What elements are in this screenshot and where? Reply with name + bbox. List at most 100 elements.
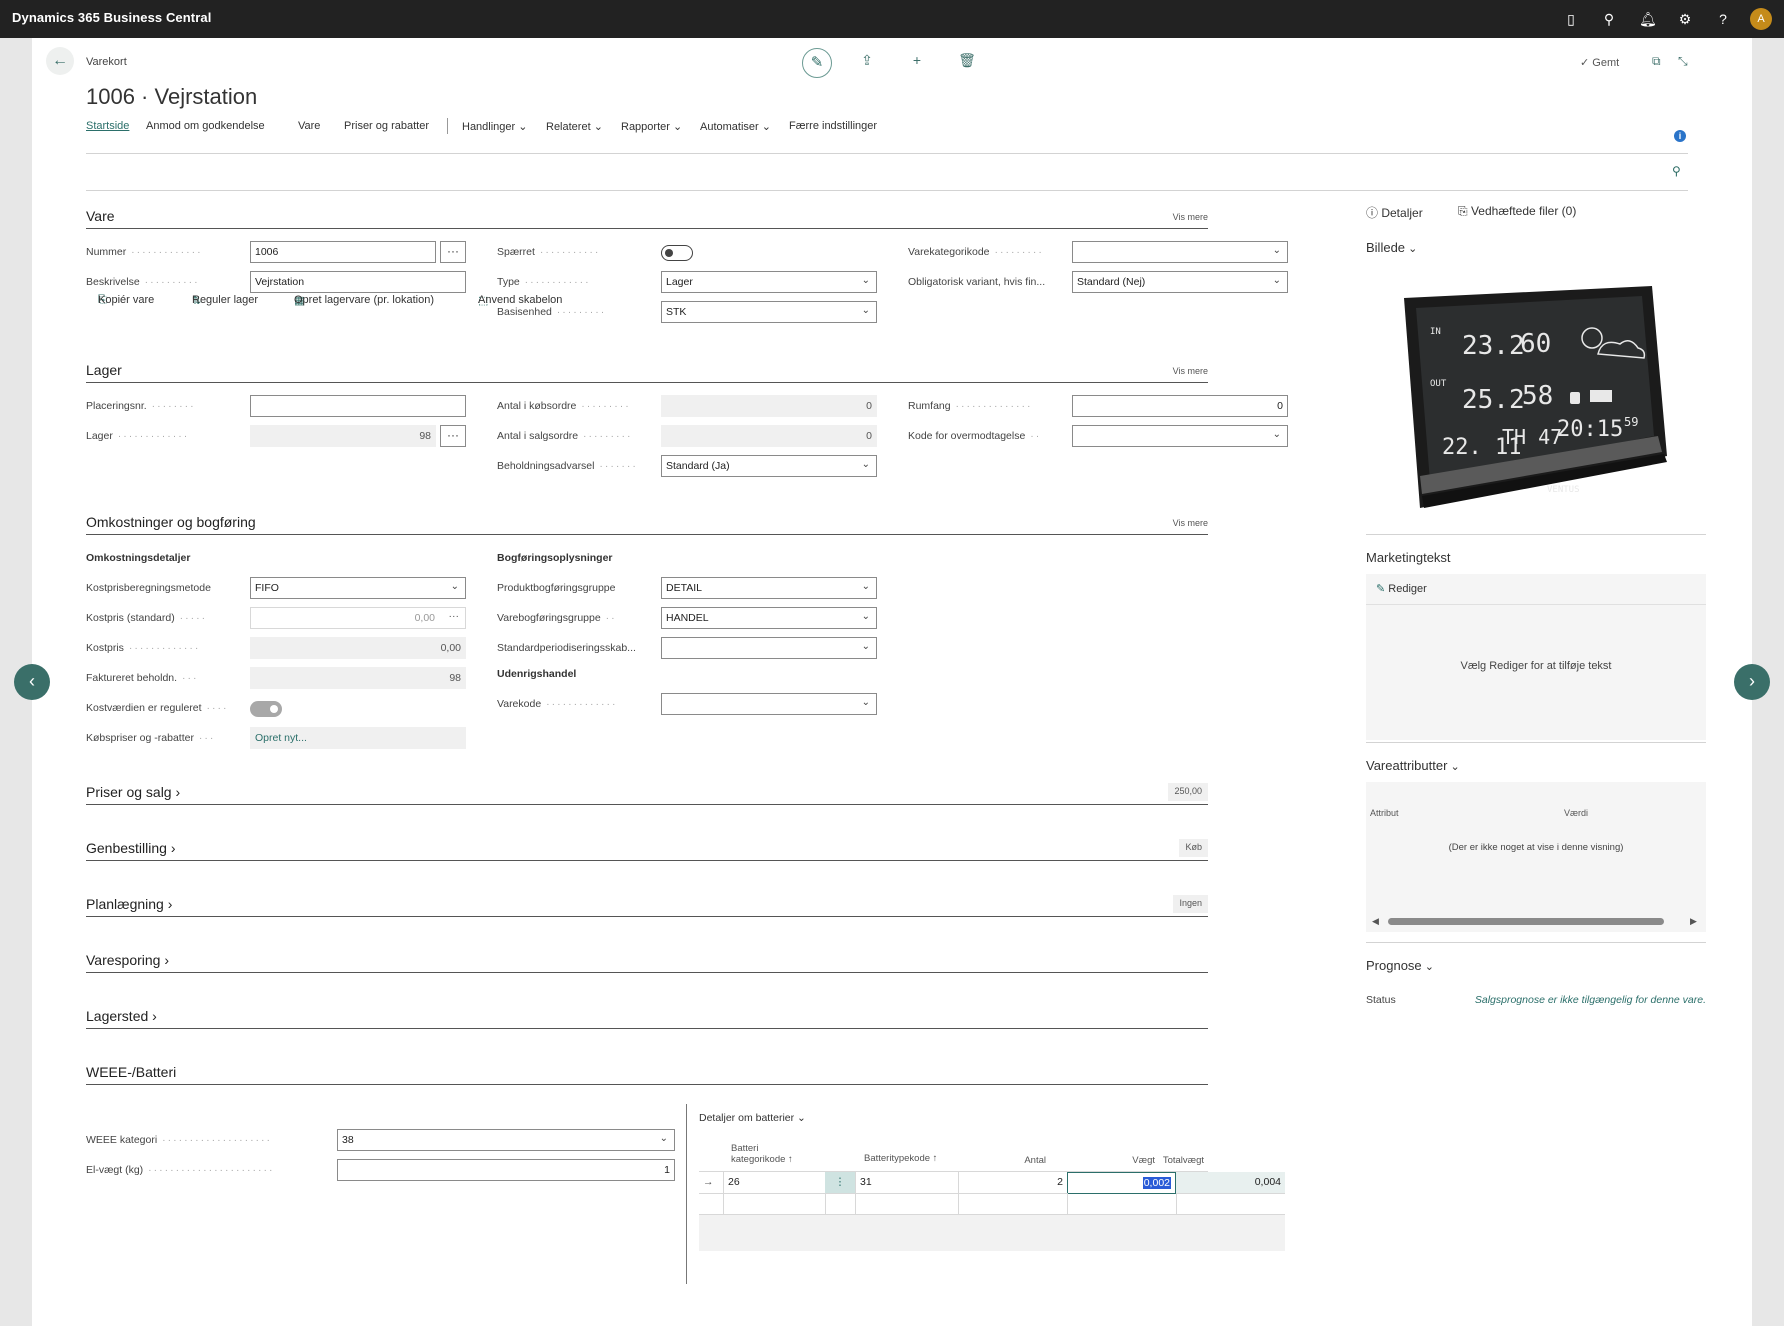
attr-col-vaerdi[interactable]: Værdi: [1564, 808, 1588, 818]
battery-details-title-text: Detaljer om batterier: [699, 1112, 795, 1124]
menu-automatiser[interactable]: Automatiser ⌄: [700, 120, 771, 133]
edit-marketing-button[interactable]: ✎ Rediger: [1376, 582, 1427, 595]
menu-handlinger[interactable]: Handlinger ⌄: [462, 120, 527, 133]
menu-rapporter[interactable]: Rapporter ⌄: [621, 120, 682, 133]
col-total-header[interactable]: Totalvægt: [1144, 1155, 1204, 1166]
priser-badge: 250,00: [1168, 783, 1208, 801]
lagersted-section: Lagersted ›: [86, 1008, 1208, 1038]
el-vaegt-field[interactable]: 1: [337, 1159, 675, 1181]
open-new-window-icon[interactable]: ⧉: [1652, 54, 1661, 69]
beskrivelse-field[interactable]: Vejrstation: [250, 271, 466, 293]
obl-variant-select[interactable]: Standard (Nej) ⌄: [1072, 271, 1288, 293]
menu-divider: [86, 153, 1688, 154]
cell-type[interactable]: 31: [855, 1172, 958, 1194]
section-title[interactable]: Planlægning ›: [86, 896, 172, 912]
attr-col-attribut[interactable]: Attribut: [1370, 808, 1399, 818]
type-select[interactable]: Lager ⌄: [661, 271, 877, 293]
section-title[interactable]: Lager: [86, 362, 122, 378]
weee-kategori-select[interactable]: 38 ⌄: [337, 1129, 675, 1151]
device-temp-in: 23.2: [1462, 331, 1525, 361]
horizontal-scrollbar[interactable]: [1388, 918, 1664, 925]
tab-vedhaeftede[interactable]: ⎘ Vedhæftede filer (0): [1458, 204, 1576, 219]
back-button[interactable]: ←: [46, 47, 74, 75]
search-icon[interactable]: ⚲: [1601, 11, 1617, 27]
section-title[interactable]: Varesporing ›: [86, 952, 169, 968]
show-more-link[interactable]: Vis mere: [1173, 212, 1208, 222]
billede-heading[interactable]: Billede ⌄: [1366, 240, 1706, 260]
col-antal-header[interactable]: Antal: [986, 1155, 1046, 1166]
nummer-field[interactable]: 1006: [250, 241, 436, 263]
varebog-select[interactable]: HANDEL ⌄: [661, 607, 877, 629]
cell-vaegt[interactable]: 0,002: [1067, 1172, 1176, 1194]
menu-priser[interactable]: Priser og rabatter: [344, 120, 429, 132]
row-menu-icon[interactable]: ⋮: [825, 1172, 855, 1194]
cell-kategori[interactable]: 26: [723, 1172, 825, 1194]
placering-field[interactable]: [250, 395, 466, 417]
info-icon[interactable]: i: [1674, 130, 1686, 142]
chevron-down-icon: ⌄: [1272, 429, 1281, 440]
menu-relateret[interactable]: Relateret ⌄: [546, 120, 603, 133]
section-title[interactable]: WEEE-/Batteri: [86, 1064, 176, 1080]
lager-field[interactable]: 98: [250, 425, 436, 447]
varekode-label-text: Varekode: [497, 698, 542, 710]
overmod-select[interactable]: ⌄: [1072, 425, 1288, 447]
battery-details-title[interactable]: Detaljer om batterier ⌄: [699, 1112, 806, 1124]
bell-icon[interactable]: 🔔︎: [1639, 11, 1657, 27]
edit-button[interactable]: ✎: [802, 48, 832, 78]
gear-icon[interactable]: ⚙: [1677, 11, 1693, 27]
menu-anmod[interactable]: Anmod om godkendelse: [146, 120, 265, 132]
menu-vare[interactable]: Vare: [298, 120, 320, 132]
avatar[interactable]: A: [1750, 8, 1772, 30]
show-more-link[interactable]: Vis mere: [1173, 366, 1208, 376]
koebspriser-link[interactable]: Opret nyt...: [250, 727, 466, 749]
attr-empty-text: (Der er ikke noget at vise i denne visni…: [1448, 842, 1624, 853]
cell-antal[interactable]: 2: [958, 1172, 1067, 1194]
document-icon[interactable]: ▯: [1563, 11, 1579, 27]
help-icon[interactable]: ?: [1715, 11, 1731, 27]
periode-select[interactable]: ⌄: [661, 637, 877, 659]
new-icon[interactable]: +: [908, 52, 926, 68]
vareattributter-heading[interactable]: Vareattributter ⌄: [1366, 758, 1706, 778]
genbestilling-title: Genbestilling: [86, 840, 167, 856]
pin-icon[interactable]: ⚲: [1672, 164, 1681, 178]
section-title[interactable]: Priser og salg ›: [86, 784, 180, 800]
menu-faerre[interactable]: Færre indstillinger: [789, 120, 877, 132]
next-record-button[interactable]: ›: [1734, 664, 1770, 700]
share-icon[interactable]: ⇪: [858, 52, 876, 69]
varekode-select[interactable]: ⌄: [661, 693, 877, 715]
section-title[interactable]: Genbestilling ›: [86, 840, 176, 856]
lager-lookup-button[interactable]: ···: [440, 425, 466, 447]
lookup-icon[interactable]: ···: [449, 610, 460, 622]
show-more-link[interactable]: Vis mere: [1173, 518, 1208, 528]
section-title[interactable]: Omkostninger og bogføring: [86, 514, 256, 530]
app-title[interactable]: Dynamics 365 Business Central: [12, 10, 211, 25]
delete-icon[interactable]: 🗑︎: [958, 52, 976, 69]
collapse-icon[interactable]: ⤡: [1678, 54, 1688, 69]
previous-record-button[interactable]: ‹: [14, 664, 50, 700]
menu-startside[interactable]: Startside: [86, 120, 129, 132]
rumfang-label: Rumfang ··············: [908, 400, 1033, 412]
table-row-empty[interactable]: [699, 1193, 1285, 1215]
basisenhed-label: Basisenhed ·········: [497, 306, 607, 318]
spaerret-toggle[interactable]: [661, 245, 693, 261]
col-type-header[interactable]: Batteritypekode ↑: [864, 1153, 937, 1164]
kost-std-field[interactable]: 0,00 ···: [250, 607, 466, 629]
metode-select[interactable]: FIFO ⌄: [250, 577, 466, 599]
scroll-left-icon[interactable]: ◀: [1372, 916, 1379, 927]
varekategori-select[interactable]: ⌄: [1072, 241, 1288, 263]
section-title[interactable]: Lagersted ›: [86, 1008, 157, 1024]
produkt-select[interactable]: DETAIL ⌄: [661, 577, 877, 599]
nummer-lookup-button[interactable]: ···: [440, 241, 466, 263]
status-link[interactable]: Salgsprognose er ikke tilgængelig for de…: [1475, 994, 1706, 1006]
basisenhed-select[interactable]: STK ⌄: [661, 301, 877, 323]
beholdning-select[interactable]: Standard (Ja) ⌄: [661, 455, 877, 477]
varekategori-label-text: Varekategorikode: [908, 246, 990, 258]
section-title[interactable]: Vare: [86, 208, 115, 224]
prognose-heading[interactable]: Prognose ⌄: [1366, 958, 1706, 978]
table-row[interactable]: → 26 ⋮ 31 2 0,002 0,004: [699, 1171, 1285, 1194]
tab-detaljer[interactable]: ⓘ Detaljer: [1366, 204, 1423, 221]
col-kategori-header[interactable]: Batteri kategorikode ↑: [731, 1143, 793, 1165]
tab-detaljer-label: Detaljer: [1381, 206, 1423, 220]
scroll-right-icon[interactable]: ▶: [1690, 916, 1697, 927]
rumfang-field[interactable]: 0: [1072, 395, 1288, 417]
